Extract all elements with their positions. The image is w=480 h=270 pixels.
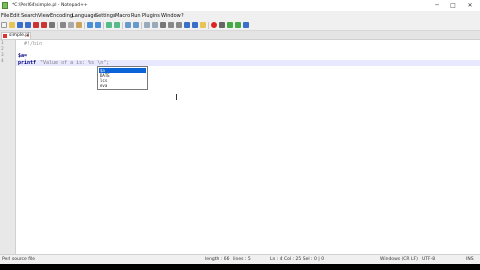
toolbar-separator — [208, 22, 209, 29]
tab-bar: simple.pl x — [0, 31, 480, 40]
minimize-button[interactable]: ─ — [430, 0, 444, 11]
show-all-chars-icon[interactable] — [168, 22, 174, 28]
sync-v-icon[interactable] — [144, 22, 150, 28]
print-icon[interactable] — [49, 22, 55, 28]
cut-icon[interactable] — [60, 22, 66, 28]
play-macro-icon[interactable] — [227, 22, 233, 28]
menu-view[interactable]: View — [38, 12, 50, 20]
menu-file[interactable]: File — [1, 12, 9, 20]
menu-macro[interactable]: Macro — [115, 12, 130, 20]
copy-icon[interactable] — [68, 22, 74, 28]
status-eol: Windows (CR LF) — [380, 257, 418, 262]
code-keyword-printf: printf — [18, 60, 37, 66]
notepadpp-window: *C:\Perl64\simple.pl - Notepad++ ─ □ ✕ F… — [0, 0, 480, 264]
paste-icon[interactable] — [76, 22, 82, 28]
window-title: *C:\Perl64\simple.pl - Notepad++ — [12, 3, 88, 8]
status-bar: Perl source file length : 66 lines : 5 L… — [0, 254, 480, 264]
maximize-button[interactable]: □ — [446, 0, 460, 11]
menu-window[interactable]: Window — [161, 12, 181, 20]
zoom-out-icon[interactable] — [133, 22, 139, 28]
line-number: 1 — [1, 41, 4, 46]
folder-workspace-icon[interactable] — [200, 22, 206, 28]
status-insert-mode: INS — [466, 257, 474, 262]
red-file-icon — [3, 34, 7, 38]
status-encoding: UTF-8 — [422, 257, 436, 262]
zoom-in-icon[interactable] — [125, 22, 131, 28]
stop-macro-icon[interactable] — [219, 22, 225, 28]
replace-icon[interactable] — [114, 22, 120, 28]
menu-help[interactable]: ? — [181, 12, 184, 20]
toolbar-separator — [84, 22, 85, 29]
code-line-1: #!/bin — [18, 41, 43, 47]
function-list-icon[interactable] — [192, 22, 198, 28]
menu-encoding[interactable]: Encoding — [50, 12, 73, 20]
mouse-ibeam-cursor — [176, 94, 177, 100]
line-number: 2 — [1, 47, 4, 52]
autocomplete-item[interactable]: eva — [99, 83, 146, 88]
save-macro-icon[interactable] — [243, 22, 249, 28]
toolbar-separator — [103, 22, 104, 29]
status-file-type: Perl source file — [2, 257, 36, 262]
sync-h-icon[interactable] — [152, 22, 158, 28]
menu-language[interactable]: Language — [72, 12, 97, 20]
line-number: 4 — [1, 59, 4, 64]
menu-search[interactable]: Search — [21, 12, 38, 20]
line-number-gutter: 1 2 3 4 — [0, 40, 16, 254]
toolbar-separator — [141, 22, 142, 29]
toolbar-separator — [122, 22, 123, 29]
close-all-icon[interactable] — [41, 22, 47, 28]
menu-edit[interactable]: Edit — [10, 12, 20, 20]
title-bar: *C:\Perl64\simple.pl - Notepad++ ─ □ ✕ — [0, 0, 480, 11]
word-wrap-icon[interactable] — [160, 22, 166, 28]
status-position: Ln : 4 Col : 25 Sel : 0 | 0 — [270, 257, 325, 262]
line-number: 3 — [1, 53, 4, 58]
find-icon[interactable] — [106, 22, 112, 28]
menu-settings[interactable]: Settings — [95, 12, 116, 20]
close-button[interactable]: ✕ — [463, 0, 477, 11]
run-macro-multiple-icon[interactable] — [235, 22, 241, 28]
status-lines: lines : 5 — [233, 257, 251, 262]
toolbar — [0, 21, 480, 31]
code-line-3: $a= — [18, 53, 28, 59]
tab-close-icon[interactable]: x — [27, 33, 29, 39]
redo-icon[interactable] — [95, 22, 101, 28]
indent-guide-icon[interactable] — [176, 22, 182, 28]
notepadpp-app-icon — [2, 2, 8, 9]
undo-icon[interactable] — [87, 22, 93, 28]
toolbar-separator — [57, 22, 58, 29]
doc-map-icon[interactable] — [184, 22, 190, 28]
menu-run[interactable]: Run — [131, 12, 141, 20]
save-all-icon[interactable] — [25, 22, 31, 28]
close-file-icon[interactable] — [33, 22, 39, 28]
autocomplete-popup: $a DATE lcs eva — [97, 66, 148, 90]
open-folder-icon[interactable] — [9, 22, 15, 28]
menu-plugins[interactable]: Plugins — [142, 12, 160, 20]
menu-bar: File Edit Search View Encoding Language … — [0, 12, 480, 20]
new-file-icon[interactable] — [1, 22, 7, 28]
save-icon[interactable] — [17, 22, 23, 28]
editor-area[interactable]: 1 2 3 4 #!/bin $a= printf "Value of a is… — [0, 40, 480, 254]
tab-simple-pl[interactable]: simple.pl x — [1, 32, 31, 39]
record-macro-icon[interactable] — [211, 22, 217, 28]
status-length: length : 66 — [205, 257, 230, 262]
